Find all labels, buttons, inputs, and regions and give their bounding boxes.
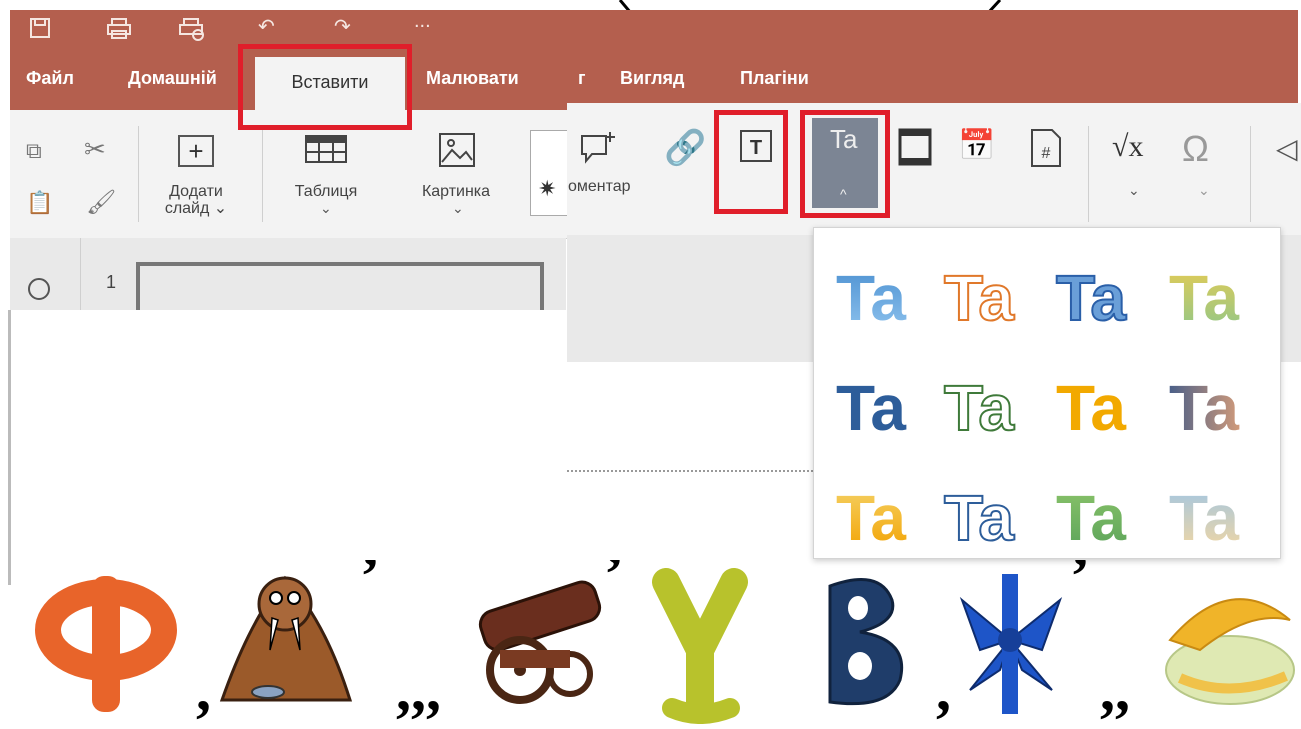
wordart-style-8[interactable]: Ta xyxy=(1169,372,1239,444)
slide-number-icon[interactable]: # xyxy=(1030,128,1062,168)
divider xyxy=(1250,126,1251,222)
tab-draw[interactable]: Малювати xyxy=(426,68,519,89)
tab-partial[interactable]: г xyxy=(578,68,586,89)
apostrophe-2: ’ xyxy=(604,560,624,607)
wordart-style-1[interactable]: Ta xyxy=(836,262,906,334)
rebus-strip: , ’ ,,, ’ , ’ ,, xyxy=(0,541,1301,724)
save-icon[interactable] xyxy=(28,16,52,40)
wordart-style-3[interactable]: Ta xyxy=(1055,261,1127,335)
link-icon[interactable]: 🔗 xyxy=(664,128,706,168)
wordart-style-12[interactable]: Ta xyxy=(1169,482,1239,554)
picture-icon[interactable] xyxy=(438,132,476,168)
comment-label: оментар xyxy=(568,178,631,195)
add-slide-label-2: слайд ⌄ xyxy=(164,200,228,217)
table-icon[interactable] xyxy=(304,134,348,164)
audio-icon[interactable]: ◁ xyxy=(1276,132,1298,165)
symbol-icon[interactable]: Ω xyxy=(1182,128,1209,170)
wordart-gallery: Ta Ta Ta Ta Ta Ta Ta Ta Ta Ta Ta Ta xyxy=(813,227,1281,559)
melon-icon xyxy=(1165,598,1295,705)
apostrophe-3: ’ xyxy=(1070,560,1090,609)
add-slide-label: Додати xyxy=(169,183,223,200)
divider xyxy=(138,126,139,222)
divider xyxy=(1088,126,1089,222)
tab-home[interactable]: Домашній xyxy=(128,68,217,89)
quick-print-icon[interactable] xyxy=(178,16,206,42)
more-button[interactable]: ... xyxy=(414,10,431,33)
svg-text:T: T xyxy=(750,137,762,159)
format-painter-icon[interactable]: 🖌 xyxy=(86,188,116,217)
slide-number: 1 xyxy=(106,272,117,292)
cannon-icon xyxy=(478,580,602,704)
letter-ef-icon xyxy=(35,576,177,712)
left-border xyxy=(8,310,11,585)
picture-label: Картинка xyxy=(421,183,491,200)
cut-icon[interactable]: ✂ xyxy=(84,134,106,165)
table-label: Таблиця xyxy=(294,183,358,200)
svg-text:#: # xyxy=(1042,145,1051,162)
tab-view[interactable]: Вигляд xyxy=(620,68,684,89)
wordart-style-5[interactable]: Ta xyxy=(836,372,906,444)
tab-file[interactable]: Файл xyxy=(26,68,74,89)
tab-plugins[interactable]: Плагіни xyxy=(740,68,809,89)
letter-ve-icon xyxy=(828,578,904,706)
wordart-styles: Ta Ta Ta Ta Ta Ta Ta Ta Ta Ta Ta Ta xyxy=(836,261,1239,555)
wordart-style-9[interactable]: Ta xyxy=(836,482,906,554)
bow-icon xyxy=(959,574,1063,714)
apostrophe-1: ’ xyxy=(360,560,380,609)
textbox-icon[interactable]: T xyxy=(738,128,774,164)
wordart-style-4[interactable]: Ta xyxy=(1169,262,1239,334)
comma-2: , xyxy=(936,657,951,723)
commas-2: ,, xyxy=(1100,657,1130,723)
table-chevron-icon[interactable]: ⌄ xyxy=(320,200,332,217)
wordart-style-2[interactable]: Ta xyxy=(943,261,1015,335)
dotted-guide xyxy=(567,470,813,472)
undo-icon[interactable]: ↶ xyxy=(258,14,275,39)
blank-area xyxy=(0,310,566,570)
canvas-white xyxy=(567,362,813,552)
equation-chevron-icon[interactable]: ⌄ xyxy=(1128,182,1140,199)
wordart-style-11[interactable]: Ta xyxy=(1056,482,1126,554)
redo-icon[interactable]: ↷ xyxy=(334,14,351,39)
wordart-icon[interactable]: Ta xyxy=(830,124,857,155)
radio-icon[interactable] xyxy=(28,278,50,300)
comma-1: , xyxy=(196,657,211,723)
wordart-style-7[interactable]: Ta xyxy=(1056,372,1126,444)
symbol-chevron-icon[interactable]: ⌄ xyxy=(1198,182,1210,199)
equation-icon[interactable]: √x xyxy=(1112,130,1143,164)
wordart-style-10[interactable]: Ta xyxy=(943,481,1015,555)
paste-icon[interactable]: 📋 xyxy=(26,190,53,216)
divider xyxy=(262,126,263,222)
rebus-illustration: , ’ ,,, ’ , ’ ,, xyxy=(35,541,1295,724)
letter-u-icon xyxy=(652,568,748,724)
walrus-icon xyxy=(219,575,353,702)
slide-thumbnail[interactable] xyxy=(136,262,544,316)
divider xyxy=(80,238,81,318)
wordart-chevron-icon[interactable]: ^ xyxy=(840,186,847,202)
date-time-icon[interactable]: 📅 xyxy=(958,128,995,163)
print-icon[interactable] xyxy=(106,16,132,40)
comment-icon[interactable] xyxy=(578,130,618,166)
commas-3: ,,, xyxy=(396,657,441,723)
insert-tab-highlight xyxy=(238,44,412,130)
wordart-style-6[interactable]: Ta xyxy=(943,371,1015,445)
add-slide-icon[interactable]: + xyxy=(178,135,214,167)
header-footer-icon[interactable] xyxy=(898,128,932,168)
picture-chevron-icon[interactable]: ⌄ xyxy=(452,200,464,217)
copy-icon[interactable]: ⧉ xyxy=(26,138,42,164)
